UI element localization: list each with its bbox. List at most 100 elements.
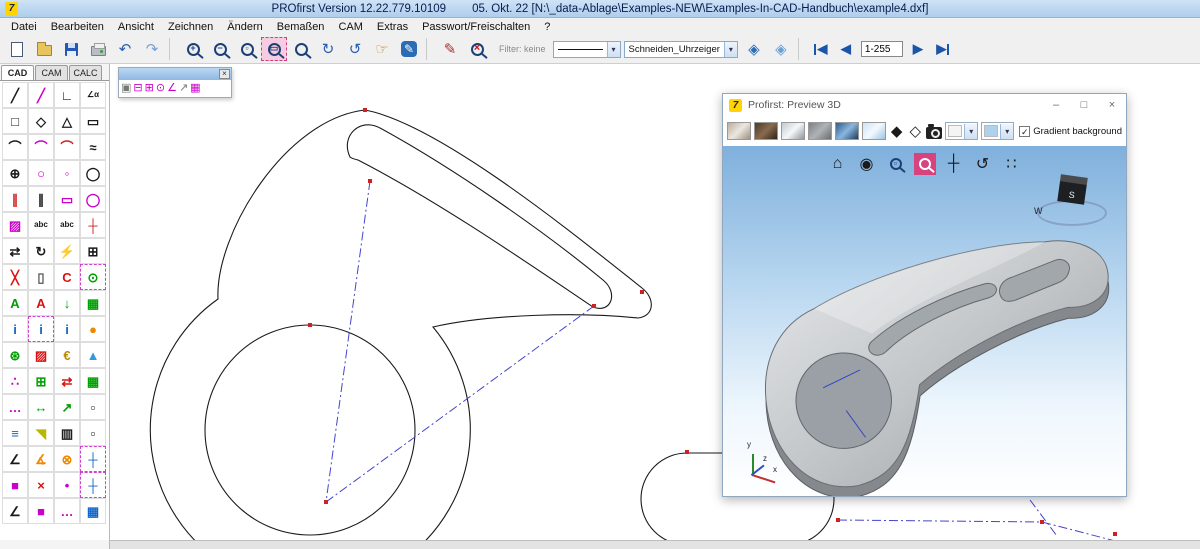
tool-rotate[interactable]: ↻ [28, 238, 54, 264]
prev-page-button[interactable]: ◀ [834, 37, 858, 61]
menu-extras[interactable]: Extras [370, 20, 415, 34]
tool-fillet[interactable]: ⌒ [2, 134, 28, 160]
maximize-button[interactable]: □ [1070, 96, 1098, 114]
dim-angle-icon[interactable]: ∠ [167, 83, 177, 94]
tool-array[interactable]: ⊞ [80, 238, 106, 264]
view-direction-button[interactable]: ◉ [856, 153, 878, 175]
tool-columns[interactable]: ▥ [54, 420, 80, 446]
horizontal-scrollbar[interactable] [110, 540, 1200, 549]
navigation-cube[interactable]: S W [1034, 168, 1112, 234]
tool-small-rect[interactable]: ▫ [80, 394, 106, 420]
zoom-out-button[interactable]: − [207, 37, 233, 61]
tool-delete-point[interactable]: × [28, 472, 54, 498]
preview3d-window[interactable]: 7 Profirst: Preview 3D – □ × ◆ ◇ ▾ ▾ ✓ Gradient… [722, 93, 1127, 497]
tool-layers[interactable]: ≡ [2, 420, 28, 446]
texture-blue-metal[interactable] [834, 122, 859, 140]
tool-angle-dim[interactable]: ∡ [28, 446, 54, 472]
texture-polished-steel[interactable] [780, 122, 805, 140]
texture-steel[interactable] [807, 122, 832, 140]
tool-line[interactable]: ╱ [2, 82, 28, 108]
zoom-window-button[interactable]: ▭ [261, 37, 287, 61]
preview3d-titlebar[interactable]: 7 Profirst: Preview 3D – □ × [723, 94, 1126, 116]
tool-flag[interactable]: ◥ [28, 420, 54, 446]
tool-circle-2p[interactable]: ○ [28, 160, 54, 186]
tool-text-a-red[interactable]: A [28, 290, 54, 316]
gradient-background-checkbox[interactable]: ✓ Gradient background [1019, 125, 1122, 137]
menu-bemassen[interactable]: Bemaßen [270, 20, 332, 34]
menu-zeichnen[interactable]: Zeichnen [161, 20, 220, 34]
tool-swap[interactable]: ⇄ [54, 368, 80, 394]
tool-text[interactable]: abc [28, 212, 54, 238]
tool-text-multi[interactable]: abc [54, 212, 80, 238]
minimize-button[interactable]: – [1042, 96, 1070, 114]
tool-grid-cross[interactable]: ┼ [80, 446, 106, 472]
dim-leader-icon[interactable]: ↗ [179, 83, 188, 94]
menu-bearbeiten[interactable]: Bearbeiten [44, 20, 111, 34]
tool-divide[interactable]: ∥ [2, 186, 28, 212]
dim-radius-icon[interactable]: ⊙ [156, 83, 165, 94]
menu-datei[interactable]: Datei [4, 20, 44, 34]
layers-all-button[interactable]: ◈ [768, 37, 794, 61]
zoom-page-button[interactable]: ▫ [234, 37, 260, 61]
clear-measure-button[interactable]: × [464, 37, 490, 61]
close-button[interactable]: × [1098, 96, 1126, 114]
layers-button[interactable]: ◈ [741, 37, 767, 61]
tool-circle-small[interactable]: ◦ [54, 160, 80, 186]
menu-ansicht[interactable]: Ansicht [111, 20, 161, 34]
tool-angle-2[interactable]: ∠ [2, 498, 28, 524]
tool-line-2p[interactable]: ╱ [28, 82, 54, 108]
tool-color-pick[interactable]: ● [80, 316, 106, 342]
fit-view-button[interactable]: ∷ [1001, 153, 1023, 175]
print-button[interactable] [85, 37, 111, 61]
curved-slot-outline[interactable] [346, 124, 613, 309]
dim-photo-icon[interactable]: ▣ [121, 83, 131, 94]
wireframe-view-button[interactable]: ◇ [907, 124, 923, 139]
tool-insert-point[interactable]: • [54, 472, 80, 498]
tool-arc-tangent[interactable]: ⌒ [54, 134, 80, 160]
tool-import[interactable]: ↓ [54, 290, 80, 316]
tool-polygon[interactable]: △ [54, 108, 80, 134]
tool-dots[interactable]: … [54, 498, 80, 524]
preview3d-viewport[interactable]: ⌂ ◉ ▫ ┼ ↺ ∷ S W y z x [723, 146, 1126, 496]
open-file-button[interactable] [31, 37, 57, 61]
shaded-view-button[interactable]: ◆ [889, 124, 905, 139]
tool-line-perp[interactable]: ∟ [54, 82, 80, 108]
tool-hatch[interactable]: ▨ [2, 212, 28, 238]
texture-rust[interactable] [753, 122, 778, 140]
tool-delete[interactable]: ╳ [2, 264, 28, 290]
texture-light-blue[interactable] [861, 122, 886, 140]
tool-point[interactable]: ┼ [80, 212, 106, 238]
tab-cad[interactable]: CAD [1, 65, 34, 80]
tool-blocks[interactable]: ▦ [80, 368, 106, 394]
tool-roundrect[interactable]: ▭ [80, 108, 106, 134]
texture-beige-metal[interactable] [727, 122, 751, 140]
tool-price-euro[interactable]: € [54, 342, 80, 368]
first-page-button[interactable]: ◀ [809, 37, 833, 61]
undo-button[interactable]: ↶ [112, 37, 138, 61]
tab-cam[interactable]: CAM [35, 65, 68, 80]
tool-target[interactable]: ⊗ [54, 446, 80, 472]
zoom-window-button[interactable]: ▫ [885, 153, 907, 175]
pan-hand-button[interactable]: ☞ [369, 37, 395, 61]
tool-snap[interactable]: ⊙ [80, 264, 106, 290]
next-page-button[interactable]: ▶ [906, 37, 930, 61]
page-range-input[interactable] [860, 41, 903, 57]
tool-fill-2[interactable]: ■ [28, 498, 54, 524]
save-button[interactable] [58, 37, 84, 61]
tool-grid[interactable]: ⊞ [28, 368, 54, 394]
tool-axis-cross[interactable]: ┼ [80, 472, 106, 498]
tool-fill[interactable]: ■ [2, 472, 28, 498]
pan-button[interactable]: ┼ [943, 153, 965, 175]
rotate-view-button[interactable]: ↺ [972, 153, 994, 175]
last-page-button[interactable]: ▶ [931, 37, 955, 61]
navcube-cube[interactable]: S [1057, 174, 1088, 205]
dim-horizontal-icon[interactable]: ⊟ [133, 83, 142, 94]
material-select[interactable]: ▾ [945, 122, 979, 140]
menu-passwort-freischalten[interactable]: Passwort/Freischalten [415, 20, 537, 34]
tool-mirror[interactable]: ⇄ [2, 238, 28, 264]
tool-point-line[interactable]: … [2, 394, 28, 420]
tool-parallel[interactable]: ∥ [28, 186, 54, 212]
tool-info[interactable]: i [2, 316, 28, 342]
tool-point-seq[interactable]: ∴ [2, 368, 28, 394]
tool-pattern[interactable]: ⊛ [2, 342, 28, 368]
